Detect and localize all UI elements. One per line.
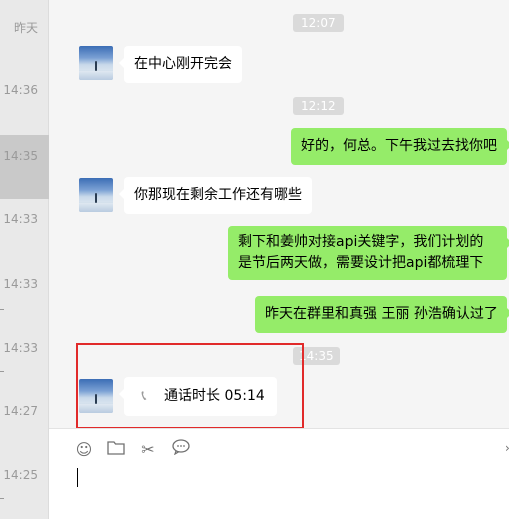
more-icon[interactable]: ›	[505, 441, 509, 455]
session-item[interactable]: 14:25	[0, 455, 49, 519]
session-time: 14:33	[3, 212, 38, 226]
emoji-icon[interactable]: ☺	[73, 439, 95, 461]
call-duration: 通话时长 05:14	[164, 388, 265, 404]
session-item-selected[interactable]: 14:35	[0, 135, 49, 199]
session-item[interactable]: 14:33	[0, 263, 49, 327]
divider	[0, 371, 4, 372]
session-time: 14:33	[3, 277, 38, 291]
time-marker: 12:12	[293, 97, 344, 115]
incoming-message[interactable]: 你那现在剩余工作还有哪些	[119, 177, 312, 214]
divider	[0, 498, 4, 499]
time-marker: 12:07	[293, 14, 344, 32]
session-time: 14:36	[3, 83, 38, 97]
message-list[interactable]: 12:07 在中心刚开完会 12:12 好的，何总。下午我过去找你吧 你那现在剩…	[49, 0, 509, 428]
folder-icon[interactable]	[105, 439, 127, 461]
session-time: 14:35	[3, 149, 38, 163]
session-item[interactable]: 14:33	[0, 327, 49, 391]
text-cursor	[77, 468, 78, 487]
outgoing-message[interactable]: 剩下和姜帅对接api关键字，我们计划的是节后两天做，需要设计把api都梳理下	[228, 226, 509, 280]
outgoing-message[interactable]: 昨天在群里和真强 王丽 孙浩确认过了	[255, 296, 509, 333]
session-list: 昨天 14:36 14:35 14:33 14:33 14:33 14:27 1…	[0, 0, 49, 519]
chat-history-icon[interactable]	[170, 439, 192, 461]
scissors-icon[interactable]: ✂	[137, 439, 159, 461]
session-item[interactable]: 14:33	[0, 199, 49, 263]
session-time: 昨天	[13, 21, 38, 35]
session-time: 14:27	[3, 404, 38, 418]
contact-avatar[interactable]	[79, 178, 113, 212]
session-time: 14:33	[3, 341, 38, 355]
call-record-message[interactable]: 📞︎ 通话时长 05:14	[119, 377, 277, 416]
input-area[interactable]: ☺ ✂ ›	[49, 428, 509, 519]
session-item[interactable]: 14:27	[0, 391, 49, 455]
phone-icon: 📞︎	[141, 388, 147, 404]
contact-avatar[interactable]	[79, 379, 113, 413]
outgoing-message[interactable]: 好的，何总。下午我过去找你吧	[291, 128, 509, 165]
session-item[interactable]: 昨天	[0, 0, 49, 64]
session-time: 14:25	[3, 468, 38, 482]
time-marker: 14:35	[293, 347, 340, 365]
session-item[interactable]: 14:36	[0, 64, 49, 128]
contact-avatar[interactable]	[79, 46, 113, 80]
divider	[0, 309, 4, 310]
incoming-message[interactable]: 在中心刚开完会	[119, 46, 242, 83]
